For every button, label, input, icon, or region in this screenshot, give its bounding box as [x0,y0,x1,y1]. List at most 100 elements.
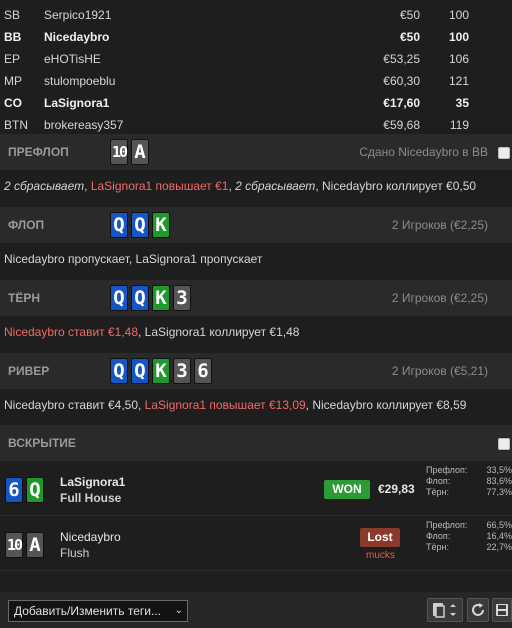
equity-row: Тёрн: 22,7% [424,542,512,553]
card: K [152,285,170,311]
card: A [26,532,44,558]
street-info: 2 Игроков (€2,25) [391,291,488,305]
refresh-button[interactable] [467,598,489,622]
hand-rank: Flush [60,546,90,560]
card: 6 [5,477,23,503]
player-row: SB Serpico1921 €50 100 [0,4,512,26]
equity-label: Флоп: [426,531,451,541]
player-row: BTN brokereasy357 €59,68 119 [0,114,512,136]
board-cards-turn: QQK3 [110,285,191,311]
player-stack: €50 [399,30,420,44]
showdown-row-winner: 6Q LaSignora1 Full House WON €29,83 Преф… [0,461,512,516]
street-title: ТЁРН [8,291,41,305]
hero-cards: 10 A [110,139,149,165]
player-name: Serpico1921 [44,8,112,22]
player-row: BB Nicedaybro €50 100 [0,26,512,48]
player-stack-bb: 106 [448,52,469,66]
player-name: Nicedaybro [60,530,121,544]
card: Q [26,477,44,503]
tags-dropdown-label: Добавить/Изменить теги... [14,604,161,618]
street-title: РИВЕР [8,364,50,378]
street-header-river: РИВЕР QQK36 2 Игроков (€5,21) [0,353,512,389]
player-stack-bb: 100 [448,8,469,22]
equity-table: Префлоп: 33,5% Флоп: 83,6% Тёрн: 77,3% [424,465,512,498]
tags-dropdown[interactable]: Добавить/Изменить теги... ⌄ [8,600,188,622]
refresh-icon [472,603,484,616]
card: A [131,139,149,165]
player-position: EP [4,52,21,66]
equity-row: Флоп: 16,4% [424,531,512,542]
player-position: SB [4,8,21,22]
board-cards-river: QQK36 [110,358,212,384]
card: K [152,358,170,384]
player-stack: €50 [399,8,420,22]
action-text: LaSignora1 повышает €13,09 [144,398,306,412]
card: K [152,212,170,238]
equity-value: 66,5% [486,520,512,530]
loser-cards: 10 A [5,532,44,558]
action-text: , [84,179,91,193]
won-badge: WON [324,480,370,499]
actions-preflop: 2 сбрасывает, LaSignora1 повышает €1, 2 … [4,168,510,204]
card: Q [110,285,128,311]
equity-table: Префлоп: 66,5% Флоп: 16,4% Тёрн: 22,7% [424,520,512,553]
street-info: 2 Игроков (€2,25) [391,218,488,232]
player-name: Nicedaybro [44,30,110,44]
equity-label: Префлоп: [426,465,468,475]
card: Q [131,358,149,384]
card: Q [110,358,128,384]
showdown-row-loser: 10 A Nicedaybro Flush Lost mucks Префлоп:… [0,516,512,571]
card: Q [131,212,149,238]
card: 10 [110,139,128,165]
actions-river: Nicedaybro ставит €4,50, LaSignora1 повы… [4,387,510,423]
action-text: 2 сбрасывает [4,179,85,193]
save-button[interactable] [492,598,512,622]
action-text: 2 сбрасывает [235,179,316,193]
players-table: SB Serpico1921 €50 100 BB Nicedaybro €50 100 EP e… [0,4,512,136]
player-stack: €17,60 [383,96,420,110]
player-name: LaSignora1 [60,475,126,489]
equity-value: 22,7% [486,542,512,552]
player-stack-bb: 119 [449,118,469,132]
player-name: eHOTisHE [44,52,101,66]
player-name: stulompoeblu [44,74,116,88]
player-stack-bb: 35 [455,96,469,110]
winner-cards: 6Q [5,477,44,503]
player-stack: €59,68 [383,118,420,132]
player-row: CO LaSignora1 €17,60 35 [0,92,512,114]
board-cards-flop: QQK [110,212,170,238]
equity-label: Префлоп: [426,520,468,530]
equity-row: Префлоп: 33,5% [424,465,512,476]
street-header-showdown: ВСКРЫТИЕ [0,425,512,461]
street-header-preflop: ПРЕФЛОП 10 A Сдано Nicedaybro в BB [0,134,512,170]
equity-value: 77,3% [486,487,512,497]
player-name: LaSignora1 [44,96,110,110]
save-icon [496,604,508,616]
street-title: ВСКРЫТИЕ [8,436,76,450]
card: 10 [5,532,23,558]
checkbox-preflop[interactable] [498,147,510,159]
equity-label: Тёрн: [426,487,449,497]
street-info: 2 Игроков (€5,21) [391,364,488,378]
copy-button[interactable] [427,598,463,622]
player-name: brokereasy357 [44,118,124,132]
equity-value: 33,5% [486,465,512,475]
action-text: , Nicedaybro коллирует €8,59 [305,398,467,412]
equity-label: Тёрн: [426,542,449,552]
street-info: Сдано Nicedaybro в BB [359,145,488,159]
player-row: MP stulompoeblu €60,30 121 [0,70,512,92]
card: Q [110,212,128,238]
player-stack-bb: 121 [448,74,469,88]
player-position: BTN [4,118,28,132]
player-stack-bb: 100 [448,30,469,44]
actions-turn: Nicedaybro ставит €1,48, LaSignora1 колл… [4,314,510,350]
card: Q [131,285,149,311]
lost-badge: Lost [360,528,400,547]
player-row: EP eHOTisHE €53,25 106 [0,48,512,70]
equity-value: 16,4% [486,531,512,541]
mucks-label: mucks [366,550,395,561]
player-stack: €60,30 [383,74,420,88]
equity-row: Флоп: 83,6% [424,476,512,487]
chevron-down-icon: ⌄ [174,605,183,616]
checkbox-showdown[interactable] [498,438,510,450]
